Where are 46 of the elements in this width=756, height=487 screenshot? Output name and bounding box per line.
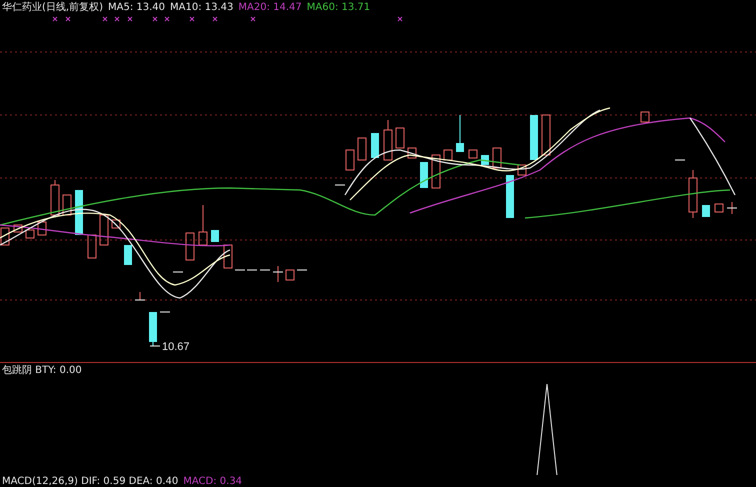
candlestick — [38, 222, 46, 236]
candlestick — [88, 234, 96, 258]
moving-average-value: MA10: 13.43 — [170, 2, 234, 12]
candlestick — [334, 184, 346, 186]
candlestick — [396, 128, 404, 148]
moving-average-value: MA60: 13.71 — [306, 2, 370, 12]
candlestick — [124, 245, 132, 265]
candlestick — [492, 148, 502, 168]
candlestick — [358, 138, 366, 160]
candlestick — [384, 120, 392, 160]
candlestick — [640, 112, 650, 122]
low-price-label: 10.67 — [162, 341, 190, 353]
candlestick — [211, 230, 219, 242]
candlestick — [506, 175, 514, 218]
candlestick — [198, 204, 208, 246]
candlestick — [62, 194, 72, 216]
candlestick — [371, 133, 379, 158]
candlestick — [714, 204, 724, 212]
candlestick — [530, 115, 538, 160]
candlestick — [542, 114, 550, 156]
candlestick — [702, 205, 710, 217]
candlestick — [688, 170, 698, 218]
candlestick — [420, 162, 428, 188]
stock-title: 华仁药业(日线,前复权) — [2, 0, 103, 14]
candlestick — [50, 180, 60, 216]
macd-value: MACD: 0.34 — [183, 476, 242, 486]
candlestick — [286, 270, 294, 280]
candlestick — [272, 266, 284, 282]
candlestick — [432, 154, 440, 188]
candlestick — [224, 244, 232, 268]
moving-average-value: MA20: 14.47 — [238, 2, 302, 12]
candlestick — [100, 214, 108, 246]
candlestick — [726, 202, 738, 214]
macd-value: MACD(12,26,9) DIF: 0.59 DEA: 0.40 — [2, 476, 178, 486]
indicator-label: 包跳阴 BTY: 0.00 — [2, 364, 82, 377]
candlestick — [456, 114, 464, 152]
candlestick — [444, 150, 452, 160]
candlestick — [186, 232, 194, 260]
candlestick — [0, 228, 10, 246]
candlestick — [149, 312, 157, 346]
candlestick — [134, 292, 146, 300]
candlestick — [346, 150, 354, 170]
candlestick — [112, 220, 120, 228]
moving-average-value: MA5: 13.40 — [108, 2, 165, 12]
candlestick — [518, 164, 526, 176]
candlestick — [408, 148, 416, 158]
